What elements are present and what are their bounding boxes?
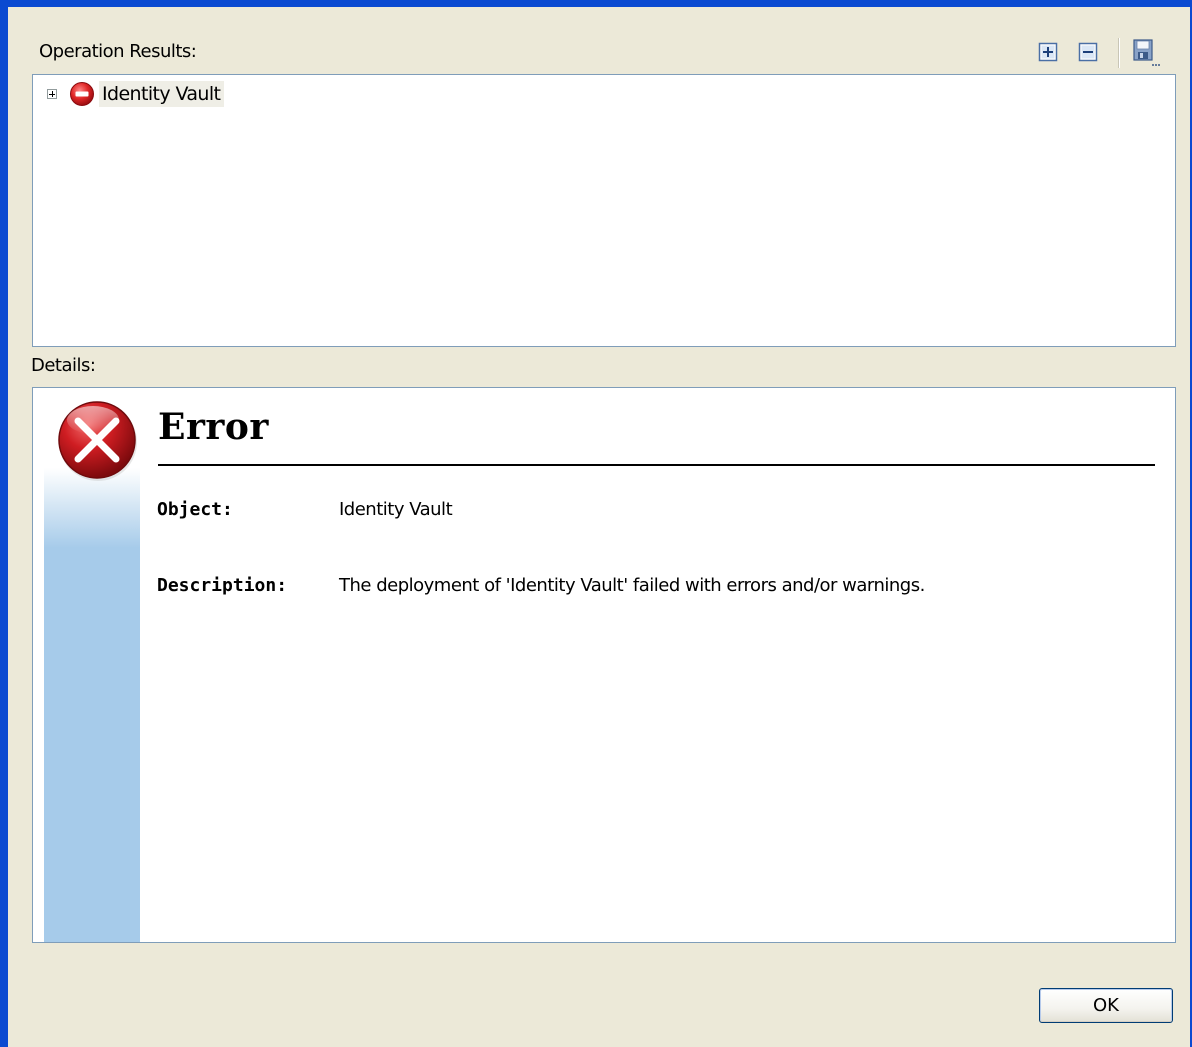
details-title: Error [158, 406, 269, 448]
save-button[interactable] [1131, 38, 1161, 68]
window-frame-left [0, 0, 8, 1047]
description-value: The deployment of 'Identity Vault' faile… [339, 575, 925, 596]
object-label: Object: [157, 499, 233, 520]
tree-item-label[interactable]: Identity Vault [99, 81, 225, 107]
save-icon [1133, 39, 1160, 66]
tree-expand-toggle[interactable] [47, 89, 57, 99]
ok-button[interactable]: OK [1039, 988, 1173, 1023]
details-label: Details: [31, 355, 96, 376]
title-divider [158, 464, 1155, 466]
operation-results-label: Operation Results: [39, 41, 197, 62]
error-status-icon [70, 82, 94, 106]
operation-results-tree[interactable]: Identity Vault [32, 74, 1176, 347]
window-frame-top [0, 0, 1192, 7]
collapse-all-button[interactable] [1077, 41, 1099, 63]
expand-all-icon [1038, 42, 1058, 62]
collapse-all-icon [1078, 42, 1098, 62]
error-x-icon [58, 401, 137, 481]
object-value: Identity Vault [339, 499, 453, 520]
details-panel: Error Object: Identity Vault Description… [32, 387, 1176, 943]
description-label: Description: [157, 575, 288, 596]
expand-all-button[interactable] [1037, 41, 1059, 63]
tree-item-identity-vault[interactable]: Identity Vault [47, 81, 225, 107]
toolbar-separator [1118, 38, 1120, 68]
